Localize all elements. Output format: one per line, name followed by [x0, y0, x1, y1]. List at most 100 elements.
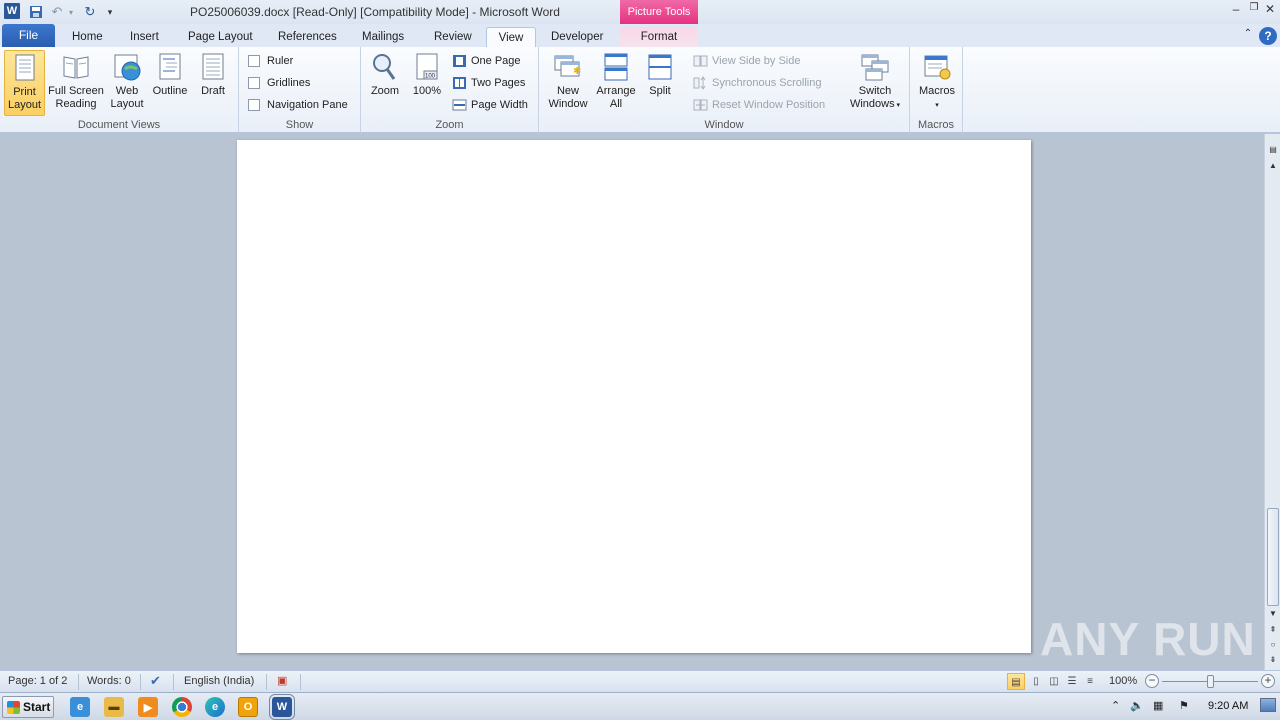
status-bar: Page: 1 of 2 Words: 0 ✔ English (India) …: [0, 670, 1280, 692]
navigation-pane-check-box[interactable]: [248, 99, 260, 111]
arrange-all-button[interactable]: Arrange All: [594, 50, 638, 116]
chrome-icon[interactable]: [172, 697, 192, 717]
draft-button[interactable]: Draft: [194, 50, 232, 116]
zoom-level[interactable]: 100%: [1109, 675, 1137, 687]
macros-dropdown-icon: ▾: [935, 102, 939, 109]
tab-home[interactable]: Home: [64, 27, 111, 48]
document-area[interactable]: ANY RUN: [0, 134, 1264, 670]
reset-window-position-button[interactable]: Reset Window Position: [693, 96, 825, 114]
start-button[interactable]: Start: [2, 696, 54, 718]
outline-view-icon[interactable]: ☰: [1063, 673, 1081, 690]
print-layout-button[interactable]: Print Layout: [4, 50, 45, 116]
gridlines-check-box[interactable]: [248, 77, 260, 89]
new-window-button[interactable]: ✱ New Window: [544, 50, 592, 116]
undo-dropdown-icon[interactable]: ▾: [66, 3, 76, 21]
tab-page-layout[interactable]: Page Layout: [180, 27, 261, 48]
scroll-down-icon[interactable]: ▼: [1267, 608, 1279, 620]
previous-page-icon[interactable]: ⇞: [1267, 624, 1279, 636]
network-icon[interactable]: ▦: [1153, 699, 1163, 712]
full-screen-view-icon[interactable]: ▯: [1027, 673, 1045, 690]
outlook-icon[interactable]: O: [238, 697, 258, 717]
switch-windows-button[interactable]: Switch Windows ▾: [844, 50, 906, 116]
zoom-100-button[interactable]: 100 100%: [409, 50, 445, 116]
macros-button[interactable]: Macros ▾: [915, 50, 959, 116]
clock[interactable]: 9:20 AM: [1208, 700, 1248, 712]
show-desktop-icon[interactable]: [1260, 698, 1276, 712]
word-count[interactable]: Words: 0: [87, 675, 131, 687]
zoom-out-icon[interactable]: −: [1145, 674, 1159, 688]
customize-qat-icon[interactable]: ▾: [104, 3, 116, 21]
internet-explorer-icon[interactable]: e: [70, 697, 90, 717]
draft-icon: [202, 53, 224, 80]
ruler-check-box[interactable]: [248, 55, 260, 67]
outline-button[interactable]: Outline: [149, 50, 191, 116]
action-center-flag-icon[interactable]: ⚑: [1179, 699, 1189, 712]
view-side-by-side-label: View Side by Side: [712, 55, 801, 67]
edge-icon[interactable]: e: [205, 697, 225, 717]
proofing-icon[interactable]: ✔: [150, 673, 161, 689]
zoom-in-icon[interactable]: +: [1261, 674, 1275, 688]
select-browse-object-icon[interactable]: ○: [1267, 639, 1279, 651]
web-layout-view-icon[interactable]: ◫: [1045, 673, 1063, 690]
help-icon[interactable]: ?: [1259, 27, 1277, 45]
vertical-scrollbar[interactable]: ▤ ▲ ▼ ⇞ ○ ⇟: [1264, 134, 1280, 670]
tab-references[interactable]: References: [270, 27, 345, 48]
tab-developer[interactable]: Developer: [543, 27, 611, 48]
synchronous-scrolling-label: Synchronous Scrolling: [712, 77, 822, 89]
print-layout-view-icon[interactable]: ▤: [1007, 673, 1025, 690]
navigation-pane-checkbox[interactable]: Navigation Pane: [248, 96, 348, 114]
status-separator: [78, 674, 79, 690]
view-side-by-side-button[interactable]: View Side by Side: [693, 52, 800, 70]
file-explorer-icon[interactable]: ▬: [104, 697, 124, 717]
group-zoom: Zoom 100 100% One Page Two Pages Page Wi…: [361, 47, 539, 133]
tab-view[interactable]: View: [486, 27, 536, 48]
redo-icon[interactable]: ↻: [82, 3, 98, 21]
draft-view-icon[interactable]: ≡: [1081, 673, 1099, 690]
show-hidden-icons-icon[interactable]: ⌃: [1111, 699, 1120, 712]
macro-recording-icon[interactable]: ▣: [277, 674, 287, 687]
media-player-icon[interactable]: ▶: [138, 697, 158, 717]
minimize-icon[interactable]: ‒: [1228, 2, 1244, 18]
two-pages-button[interactable]: Two Pages: [452, 74, 525, 92]
zoom-slider-knob[interactable]: [1206, 675, 1214, 688]
save-icon[interactable]: [28, 3, 44, 21]
ruler-checkbox[interactable]: Ruler: [248, 52, 293, 70]
tab-insert[interactable]: Insert: [122, 27, 167, 48]
gridlines-checkbox[interactable]: Gridlines: [248, 74, 310, 92]
reset-window-position-icon: [693, 99, 708, 111]
svg-text:✱: ✱: [573, 66, 581, 77]
title-bar: W ↶ ▾ ↻ ▾ PO25006039.docx [Read-Only] [C…: [0, 0, 1280, 24]
view-ruler-icon[interactable]: ▤: [1267, 144, 1279, 156]
web-layout-button[interactable]: Web Layout: [107, 50, 147, 116]
tab-file[interactable]: File: [2, 24, 55, 47]
language-indicator[interactable]: English (India): [184, 675, 254, 687]
synchronous-scrolling-button[interactable]: Synchronous Scrolling: [693, 74, 821, 92]
status-separator: [140, 674, 141, 690]
document-page[interactable]: [237, 140, 1031, 653]
ribbon: Print Layout Full Screen Reading Web Lay…: [0, 47, 1280, 133]
split-button[interactable]: Split: [642, 50, 678, 116]
word-taskbar-icon[interactable]: W: [269, 694, 295, 720]
undo-icon[interactable]: ↶: [50, 3, 64, 21]
zoom-group-label: Zoom: [435, 119, 464, 131]
minimize-ribbon-icon[interactable]: ⌃: [1240, 28, 1256, 44]
page-count[interactable]: Page: 1 of 2: [8, 675, 67, 687]
macros-icon: [924, 55, 951, 80]
scroll-up-icon[interactable]: ▲: [1267, 160, 1279, 172]
volume-icon[interactable]: 🔈: [1130, 699, 1144, 712]
zoom-button[interactable]: Zoom: [367, 50, 403, 116]
window-group-label: Window: [704, 119, 744, 131]
word-app-icon[interactable]: W: [4, 3, 20, 19]
next-page-icon[interactable]: ⇟: [1267, 654, 1279, 666]
tab-format[interactable]: Format: [620, 27, 698, 48]
page-width-button[interactable]: Page Width: [452, 96, 528, 114]
tab-review[interactable]: Review: [426, 27, 480, 48]
one-page-button[interactable]: One Page: [452, 52, 521, 70]
scroll-thumb[interactable]: [1267, 508, 1279, 606]
restore-icon[interactable]: ❐: [1246, 2, 1262, 18]
outline-icon: [159, 53, 181, 80]
full-screen-reading-button[interactable]: Full Screen Reading: [47, 50, 105, 116]
close-icon[interactable]: ✕: [1262, 2, 1278, 18]
tab-mailings[interactable]: Mailings: [354, 27, 412, 48]
gridlines-label: Gridlines: [267, 77, 311, 89]
